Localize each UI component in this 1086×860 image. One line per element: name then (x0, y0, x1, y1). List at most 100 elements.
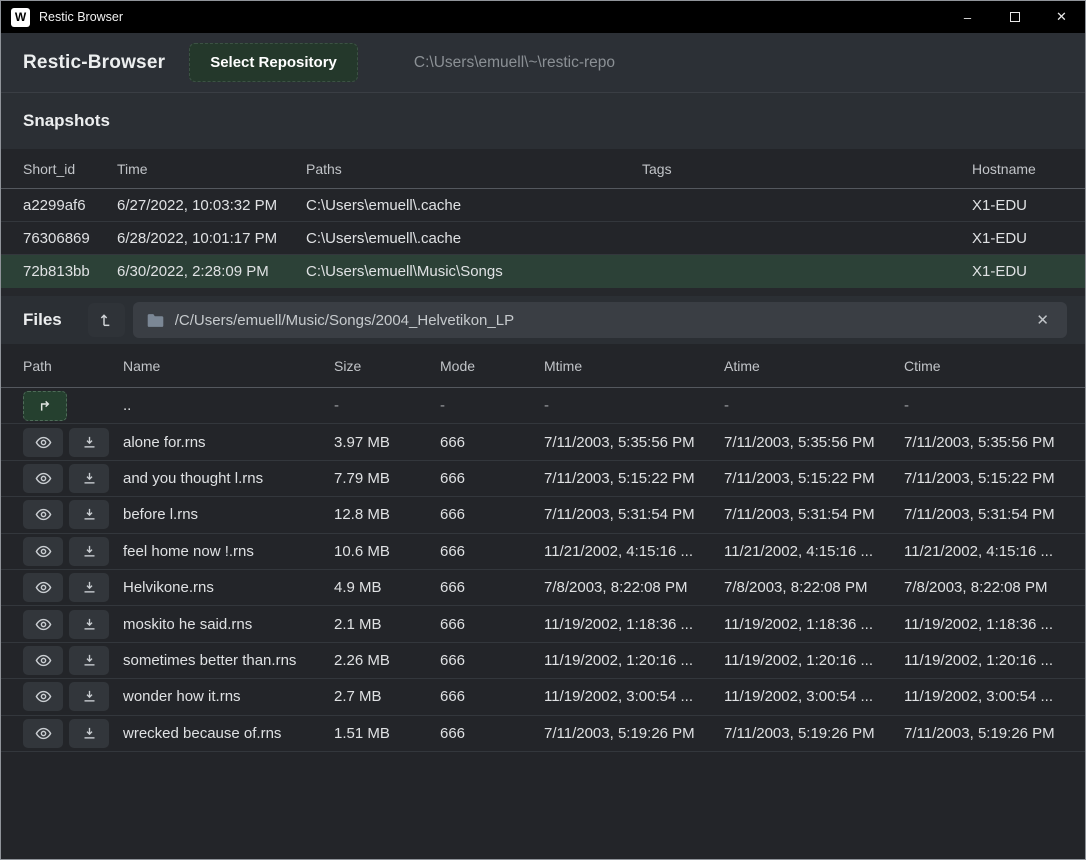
repository-path[interactable]: C:\Users\emuell\~\restic-repo (414, 54, 615, 72)
preview-button[interactable] (23, 464, 63, 493)
parent-directory-row[interactable]: .. - - - - - (1, 388, 1085, 424)
files-title: Files (23, 310, 62, 330)
close-button[interactable]: ✕ (1038, 1, 1085, 33)
file-mode: 666 (440, 470, 544, 487)
download-icon (82, 471, 97, 486)
go-up-button[interactable] (23, 391, 67, 421)
file-row[interactable]: alone for.rns 3.97 MB 666 7/11/2003, 5:3… (1, 424, 1085, 460)
file-row[interactable]: sometimes better than.rns 2.26 MB 666 11… (1, 643, 1085, 679)
app-title: Restic-Browser (23, 52, 165, 74)
column-header-short-id[interactable]: Short_id (23, 161, 117, 177)
preview-button[interactable] (23, 610, 63, 639)
maximize-button[interactable] (991, 1, 1038, 33)
preview-button[interactable] (23, 719, 63, 748)
file-size: 2.7 MB (334, 688, 440, 705)
file-row[interactable]: moskito he said.rns 2.1 MB 666 11/19/200… (1, 606, 1085, 642)
column-header-tags[interactable]: Tags (642, 161, 972, 177)
file-row[interactable]: wrecked because of.rns 1.51 MB 666 7/11/… (1, 716, 1085, 752)
minimize-button[interactable]: – (944, 1, 991, 33)
file-mode: 666 (440, 506, 544, 523)
download-button[interactable] (69, 646, 109, 675)
file-atime: 7/8/2003, 8:22:08 PM (724, 579, 904, 596)
snapshots-table-header: Short_id Time Paths Tags Hostname (1, 149, 1085, 189)
file-mtime: - (544, 397, 724, 414)
snapshot-paths: C:\Users\emuell\Music\Songs (306, 263, 642, 280)
snapshot-row-selected[interactable]: 72b813bb 6/30/2022, 2:28:09 PM C:\Users\… (1, 255, 1085, 288)
folder-icon (147, 313, 164, 328)
snapshot-short-id: 72b813bb (23, 263, 117, 280)
column-header-time[interactable]: Time (117, 161, 306, 177)
file-mtime: 7/11/2003, 5:15:22 PM (544, 470, 724, 487)
snapshot-paths: C:\Users\emuell\.cache (306, 230, 642, 247)
file-mtime: 7/11/2003, 5:31:54 PM (544, 506, 724, 523)
eye-icon (35, 472, 52, 485)
window-controls: – ✕ (944, 1, 1085, 33)
column-header-path[interactable]: Path (23, 358, 123, 374)
preview-button[interactable] (23, 573, 63, 602)
column-header-mtime[interactable]: Mtime (544, 358, 724, 374)
file-atime: 7/11/2003, 5:15:22 PM (724, 470, 904, 487)
eye-icon (35, 654, 52, 667)
column-header-size[interactable]: Size (334, 358, 440, 374)
eye-icon (35, 727, 52, 740)
column-header-atime[interactable]: Atime (724, 358, 904, 374)
file-name: wonder how it.rns (123, 688, 334, 705)
snapshot-time: 6/30/2022, 2:28:09 PM (117, 263, 306, 280)
file-atime: 7/11/2003, 5:31:54 PM (724, 506, 904, 523)
preview-button[interactable] (23, 500, 63, 529)
files-table: Path Name Size Mode Mtime Atime Ctime .. (1, 344, 1085, 859)
download-button[interactable] (69, 500, 109, 529)
download-icon (82, 689, 97, 704)
download-button[interactable] (69, 573, 109, 602)
download-button[interactable] (69, 537, 109, 566)
snapshot-row[interactable]: a2299af6 6/27/2022, 10:03:32 PM C:\Users… (1, 189, 1085, 222)
column-header-name[interactable]: Name (123, 358, 334, 374)
file-ctime: 7/11/2003, 5:35:56 PM (904, 434, 1085, 451)
eye-icon (35, 545, 52, 558)
preview-button[interactable] (23, 682, 63, 711)
file-row[interactable]: and you thought l.rns 7.79 MB 666 7/11/2… (1, 461, 1085, 497)
file-row[interactable]: wonder how it.rns 2.7 MB 666 11/19/2002,… (1, 679, 1085, 715)
file-atime: 11/21/2002, 4:15:16 ... (724, 543, 904, 560)
download-icon (82, 617, 97, 632)
download-button[interactable] (69, 682, 109, 711)
download-button[interactable] (69, 719, 109, 748)
file-ctime: 11/19/2002, 3:00:54 ... (904, 688, 1085, 705)
file-ctime: 11/19/2002, 1:20:16 ... (904, 652, 1085, 669)
files-table-header: Path Name Size Mode Mtime Atime Ctime (1, 344, 1085, 388)
file-row[interactable]: Helvikone.rns 4.9 MB 666 7/8/2003, 8:22:… (1, 570, 1085, 606)
column-header-ctime[interactable]: Ctime (904, 358, 1085, 374)
file-atime: 11/19/2002, 1:18:36 ... (724, 616, 904, 633)
download-button[interactable] (69, 428, 109, 457)
eye-icon (35, 581, 52, 594)
download-button[interactable] (69, 464, 109, 493)
download-button[interactable] (69, 610, 109, 639)
app-window: W Restic Browser – ✕ Restic-Browser Sele… (0, 0, 1086, 860)
preview-button[interactable] (23, 428, 63, 457)
files-path-bar[interactable]: /C/Users/emuell/Music/Songs/2004_Helveti… (133, 302, 1067, 338)
preview-button[interactable] (23, 537, 63, 566)
minimize-icon: – (964, 10, 971, 25)
files-path-value[interactable]: /C/Users/emuell/Music/Songs/2004_Helveti… (175, 312, 1022, 329)
snapshot-row[interactable]: 76306869 6/28/2022, 10:01:17 PM C:\Users… (1, 222, 1085, 255)
maximize-icon (1010, 12, 1020, 22)
file-row[interactable]: before l.rns 12.8 MB 666 7/11/2003, 5:31… (1, 497, 1085, 533)
up-level-icon (98, 312, 114, 328)
file-atime: 7/11/2003, 5:35:56 PM (724, 434, 904, 451)
column-header-paths[interactable]: Paths (306, 161, 642, 177)
snapshot-time: 6/27/2022, 10:03:32 PM (117, 197, 306, 214)
column-header-hostname[interactable]: Hostname (972, 161, 1085, 177)
file-mode: 666 (440, 688, 544, 705)
close-icon: ✕ (1056, 9, 1067, 25)
file-atime: 11/19/2002, 1:20:16 ... (724, 652, 904, 669)
file-mode: 666 (440, 434, 544, 451)
titlebar: W Restic Browser – ✕ (1, 1, 1085, 33)
select-repository-button[interactable]: Select Repository (189, 43, 358, 82)
column-header-mode[interactable]: Mode (440, 358, 544, 374)
file-row[interactable]: feel home now !.rns 10.6 MB 666 11/21/20… (1, 534, 1085, 570)
file-size: 1.51 MB (334, 725, 440, 742)
clear-path-button[interactable]: ✕ (1032, 309, 1053, 331)
file-ctime: 7/11/2003, 5:19:26 PM (904, 725, 1085, 742)
preview-button[interactable] (23, 646, 63, 675)
go-to-root-button[interactable] (88, 303, 125, 337)
